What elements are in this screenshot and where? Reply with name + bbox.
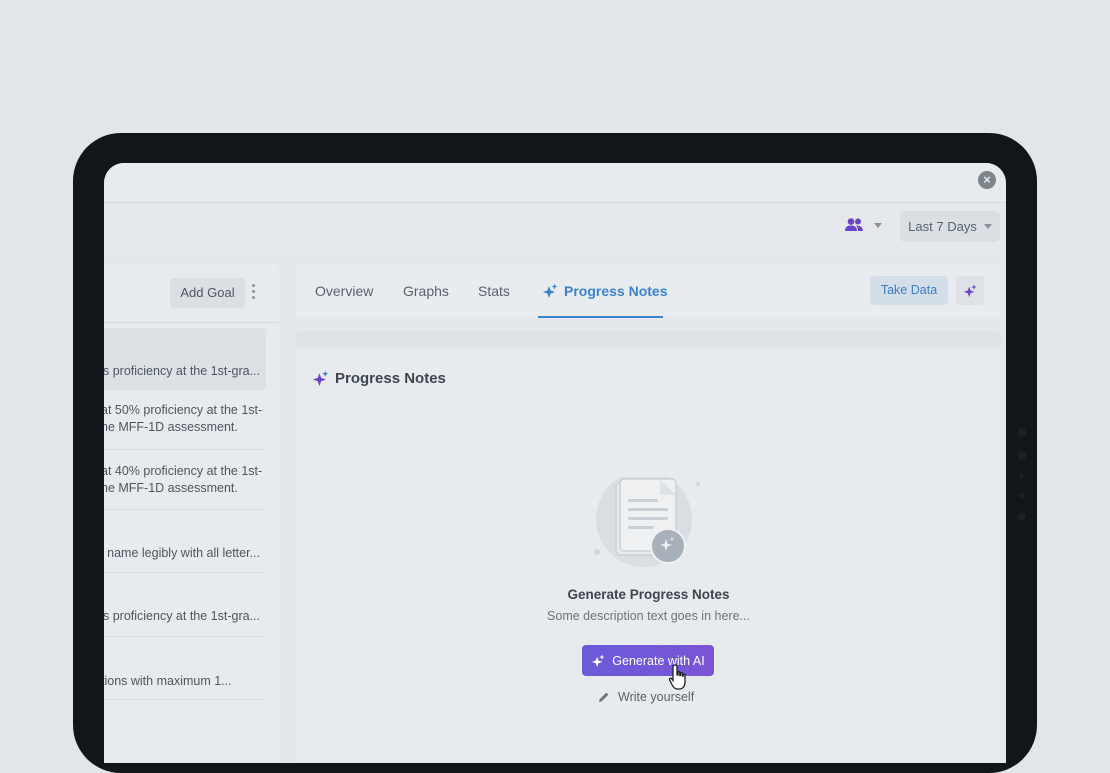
goal-item[interactable]: tions with maximum 1...: [104, 637, 266, 700]
goal-item-text: s proficiency at the 1st-gra...: [104, 364, 260, 378]
goals-panel: Add Goal s proficiency at the 1st-gra...…: [104, 264, 279, 763]
goal-item[interactable]: s proficiency at the 1st-gra...: [104, 328, 266, 390]
goal-item-text: at 40% proficiency at the 1st-: [104, 464, 263, 478]
more-options-icon[interactable]: [252, 284, 256, 302]
date-range-value: Last 7 Days: [908, 219, 977, 234]
divider: [104, 322, 279, 323]
goal-item-text: at 50% proficiency at the 1st-: [104, 403, 263, 417]
sparkle-icon: [592, 653, 605, 667]
goal-item[interactable]: s proficiency at the 1st-gra...: [104, 573, 266, 637]
sparkle-icon: [963, 283, 977, 297]
goal-list: s proficiency at the 1st-gra... at 50% p…: [104, 328, 274, 700]
empty-state-description: Some description text goes in here...: [547, 609, 750, 623]
window-titlebar: ×: [104, 163, 1006, 203]
goal-item-text: name legibly with all letter...: [107, 546, 260, 560]
goal-item[interactable]: name legibly with all letter...: [104, 510, 266, 573]
goal-item-text: he MFF-1D assessment.: [104, 481, 238, 495]
goal-item-text: s proficiency at the 1st-gra...: [104, 609, 260, 623]
filter-bar: Last 7 Days: [104, 203, 1006, 250]
hand-cursor-icon: [668, 664, 686, 690]
sparkle-icon: [543, 283, 558, 298]
app-screen: × Last 7 Days Add Goal s proficiency at …: [104, 163, 1006, 763]
goal-item[interactable]: at 50% proficiency at the 1st- he MFF-1D…: [104, 390, 266, 450]
tab-overview[interactable]: Overview: [315, 283, 373, 299]
goal-item-text: tions with maximum 1...: [104, 674, 232, 688]
chevron-down-icon: [983, 224, 992, 229]
active-tab-indicator: [538, 316, 663, 318]
empty-state-title: Generate Progress Notes: [567, 587, 730, 602]
chevron-down-icon: [874, 222, 882, 228]
write-yourself-label: Write yourself: [618, 690, 695, 704]
section-divider: [296, 331, 1001, 347]
section-title: Progress Notes: [312, 370, 446, 387]
date-range-select[interactable]: Last 7 Days: [900, 211, 1000, 242]
sparkle-icon: [313, 370, 329, 386]
tab-stats[interactable]: Stats: [478, 283, 510, 299]
progress-notes-title: Progress Notes: [335, 370, 446, 387]
pencil-icon: [599, 692, 609, 702]
ai-assist-button[interactable]: [956, 276, 984, 305]
add-goal-button[interactable]: Add Goal: [170, 278, 245, 308]
document-illustration: [594, 477, 700, 567]
people-selector[interactable]: [844, 217, 882, 233]
generate-with-ai-label: Generate with AI: [612, 653, 705, 668]
tab-progress-notes-label: Progress Notes: [564, 283, 668, 299]
close-icon[interactable]: ×: [978, 171, 996, 189]
goal-item-text: he MFF-1D assessment.: [104, 420, 238, 434]
tab-graphs[interactable]: Graphs: [403, 283, 449, 299]
tab-progress-notes[interactable]: Progress Notes: [542, 283, 667, 299]
generate-with-ai-button[interactable]: Generate with AI: [582, 645, 714, 676]
sensor-dots: [1015, 428, 1027, 535]
progress-notes-panel: Progress Notes Generate Progress Notes S…: [296, 350, 1001, 763]
take-data-button[interactable]: Take Data: [870, 276, 948, 305]
tabs-bar: Overview Graphs Stats Progress Notes Tak…: [296, 264, 1001, 318]
write-yourself-link[interactable]: Write yourself: [598, 690, 694, 704]
people-icon: [845, 218, 863, 231]
goal-item[interactable]: at 40% proficiency at the 1st- he MFF-1D…: [104, 450, 266, 510]
